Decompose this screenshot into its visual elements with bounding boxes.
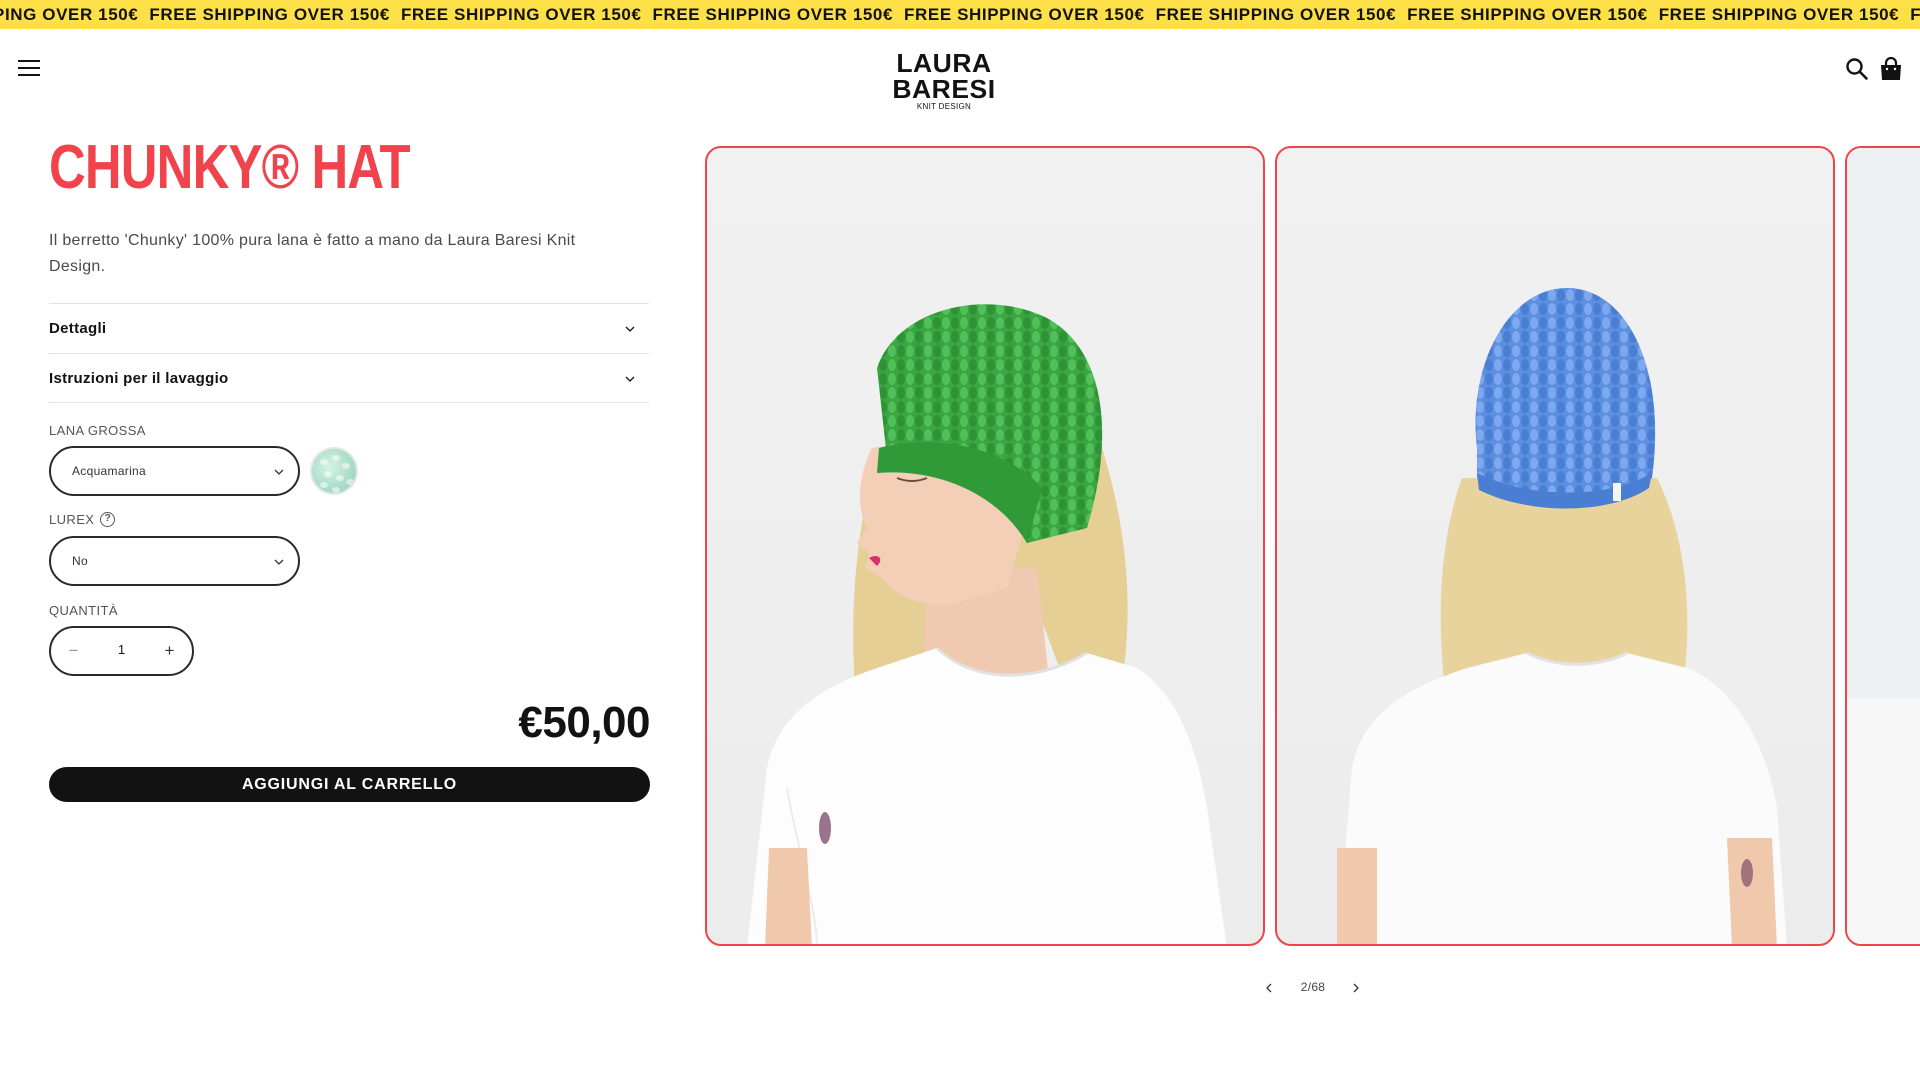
menu-icon[interactable] [18, 58, 40, 78]
help-icon[interactable]: ? [100, 512, 116, 527]
chevron-down-icon [625, 326, 635, 332]
next-photo-partial[interactable] [1845, 146, 1920, 946]
logo-wordmark: LAURA BARESI [892, 48, 996, 104]
accordion-details-label: Dettagli [49, 320, 107, 337]
wool-select-value: Acquamarina [72, 464, 147, 478]
product-price: €50,00 [518, 698, 650, 747]
green-hat-illustration [747, 304, 1227, 944]
announcement-item: FREE SHIPPING OVER 150€ [904, 4, 1145, 24]
accordion-details[interactable]: Dettagli [49, 303, 649, 353]
chevron-left-icon [1266, 983, 1272, 993]
wool-color-swatch[interactable] [310, 447, 358, 495]
wool-select[interactable]: Acquamarina [49, 446, 300, 496]
shopping-bag-icon[interactable] [1879, 56, 1903, 82]
search-icon[interactable] [1845, 57, 1869, 81]
blue-hat-illustration [1337, 288, 1787, 944]
announcement-track: PING OVER 150€ FREE SHIPPING OVER 150€ FRE… [0, 0, 1920, 29]
accordion-washing-label: Istruzioni per il lavaggio [49, 370, 229, 387]
announcement-item: FREE SHIPPING OVER 150€ [1155, 4, 1397, 24]
announcement-item: FREE SHIPPING OVER 150€ [1407, 4, 1648, 24]
lurex-select[interactable]: No [49, 536, 300, 586]
product-title: CHUNKY® HAT [49, 133, 411, 202]
gallery-next-button[interactable] [1344, 976, 1368, 1000]
announcement-item: FREE SHIPPING OVER 150€ [652, 4, 894, 24]
wool-label: LANA GROSSA [49, 423, 146, 438]
quantity-increase-button[interactable]: + [147, 628, 192, 674]
chevron-down-icon [625, 376, 635, 382]
next-photo-illustration [1847, 148, 1920, 944]
lurex-select-value: No [72, 554, 88, 568]
quantity-value[interactable]: 1 [96, 642, 147, 657]
wool-label-text: LANA GROSSA [49, 423, 146, 438]
announcement-item: FREE SHIPPING OVER 150€ [149, 4, 390, 24]
announcement-item: PING OVER 150€ [0, 4, 139, 24]
product-description: Il berretto 'Chunky' 100% pura lana è fa… [49, 232, 576, 275]
chevron-down-icon [274, 559, 284, 565]
gallery-prev-button[interactable] [1257, 976, 1281, 1000]
announcement-item: FREE SHIPPING OVER 150€ [1910, 4, 1920, 24]
announcement-item: FREE SHIPPING OVER 150€ [1658, 4, 1900, 24]
green-hat-photo[interactable] [705, 146, 1265, 946]
chevron-down-icon [274, 469, 284, 475]
quantity-decrease-button[interactable]: − [51, 628, 96, 674]
announcement-bar: PING OVER 150€ FREE SHIPPING OVER 150€ FRE… [0, 0, 1920, 29]
lurex-label-text: LUREX [49, 512, 95, 527]
accordion-washing[interactable]: Istruzioni per il lavaggio [49, 353, 649, 403]
announcement-item: FREE SHIPPING OVER 150€ [400, 4, 642, 24]
add-to-cart-button[interactable]: AGGIUNGI AL CARRELLO [49, 767, 650, 802]
quantity-label: QUANTITÀ [49, 603, 118, 618]
chevron-right-icon [1353, 983, 1359, 993]
logo[interactable]: LAURA BARESI KNIT DESIGN [845, 50, 1043, 111]
quantity-stepper: − 1 + [49, 626, 194, 676]
blue-hat-photo[interactable] [1275, 146, 1835, 946]
lurex-label: LUREX ? [49, 512, 116, 527]
quantity-label-text: QUANTITÀ [49, 603, 118, 618]
gallery-counter: 2/68 [1300, 980, 1326, 994]
